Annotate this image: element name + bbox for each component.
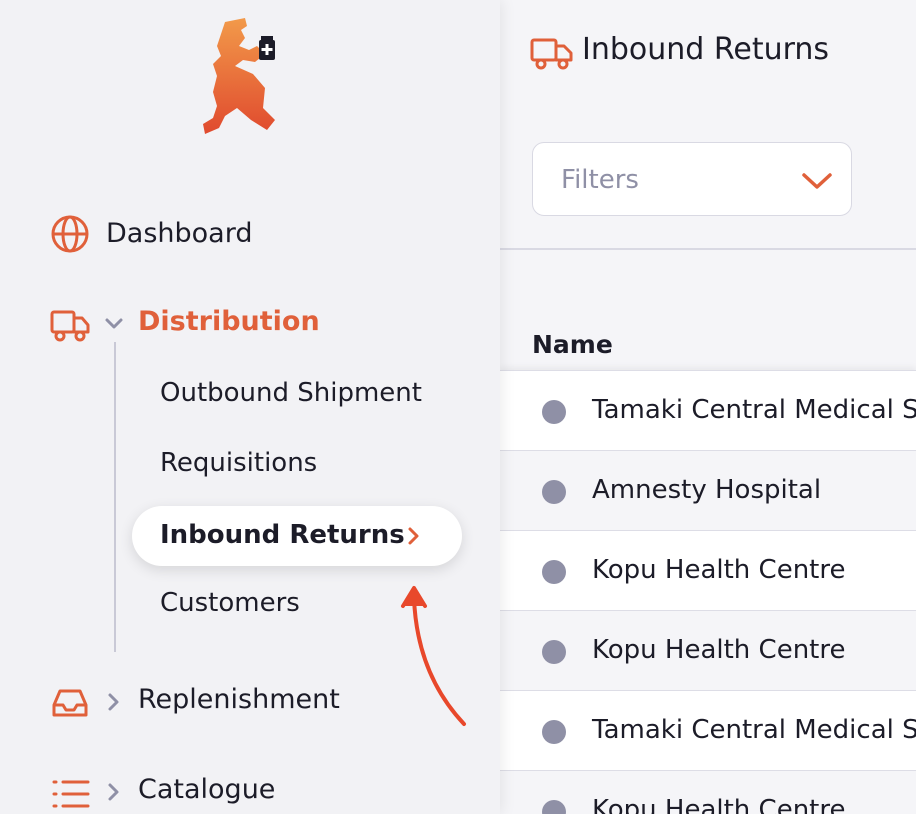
row-name: Tamaki Central Medical S xyxy=(592,715,916,745)
column-header-name[interactable]: Name xyxy=(532,330,613,359)
row-name: Kopu Health Centre xyxy=(592,555,846,585)
sidebar-subitem-customers[interactable]: Customers xyxy=(160,588,300,618)
chevron-down-icon[interactable] xyxy=(104,314,124,334)
row-name: Kopu Health Centre xyxy=(592,635,846,665)
sidebar-item-label: Dashboard xyxy=(106,218,253,249)
truck-icon xyxy=(530,38,573,70)
sidebar-item-label: Replenishment xyxy=(138,684,340,715)
chevron-right-icon[interactable] xyxy=(104,692,124,712)
filters-label: Filters xyxy=(561,165,639,195)
status-dot xyxy=(542,400,566,424)
returns-table: Tamaki Central Medical S Amnesty Hospita… xyxy=(500,370,916,814)
row-name: Kopu Health Centre xyxy=(592,795,846,814)
inbox-icon xyxy=(52,689,88,717)
chevron-right-icon[interactable] xyxy=(104,782,124,802)
sidebar-subitem-inbound-returns[interactable]: Inbound Returns xyxy=(132,506,462,566)
page-title: Inbound Returns xyxy=(582,32,830,67)
sidebar-item-catalogue[interactable]: Catalogue xyxy=(0,770,500,814)
status-dot xyxy=(542,720,566,744)
row-name: Amnesty Hospital xyxy=(592,475,822,505)
status-dot xyxy=(542,800,566,814)
table-row[interactable]: Tamaki Central Medical S xyxy=(500,370,916,450)
list-icon xyxy=(52,780,90,808)
table-row[interactable]: Kopu Health Centre xyxy=(500,610,916,690)
status-dot xyxy=(542,640,566,664)
chevron-right-icon xyxy=(408,527,419,545)
table-row[interactable]: Amnesty Hospital xyxy=(500,450,916,530)
sidebar-subitem-label: Inbound Returns xyxy=(160,520,405,550)
submenu-divider xyxy=(114,342,116,652)
globe-icon xyxy=(51,215,89,253)
annotation-arrow-icon xyxy=(401,586,466,726)
sidebar-subitem-outbound-shipment[interactable]: Outbound Shipment xyxy=(160,378,422,408)
sidebar-item-label: Distribution xyxy=(138,306,320,337)
sidebar-item-dashboard[interactable]: Dashboard xyxy=(0,212,500,258)
app-logo-icon[interactable] xyxy=(195,16,285,140)
chevron-down-icon xyxy=(802,173,832,189)
toolbar-divider xyxy=(500,248,916,250)
row-name: Tamaki Central Medical S xyxy=(592,395,916,425)
truck-icon xyxy=(50,310,90,342)
sidebar-item-label: Catalogue xyxy=(138,774,276,805)
filters-dropdown[interactable]: Filters xyxy=(532,142,852,216)
sidebar-subitem-requisitions[interactable]: Requisitions xyxy=(160,448,317,478)
table-row[interactable]: Kopu Health Centre xyxy=(500,530,916,610)
table-row[interactable]: Kopu Health Centre xyxy=(500,770,916,814)
status-dot xyxy=(542,480,566,504)
sidebar-item-distribution[interactable]: Distribution xyxy=(0,300,500,346)
main-content: Inbound Returns Filters Name Tamaki Cent… xyxy=(500,0,916,814)
table-row[interactable]: Tamaki Central Medical S xyxy=(500,690,916,770)
status-dot xyxy=(542,560,566,584)
